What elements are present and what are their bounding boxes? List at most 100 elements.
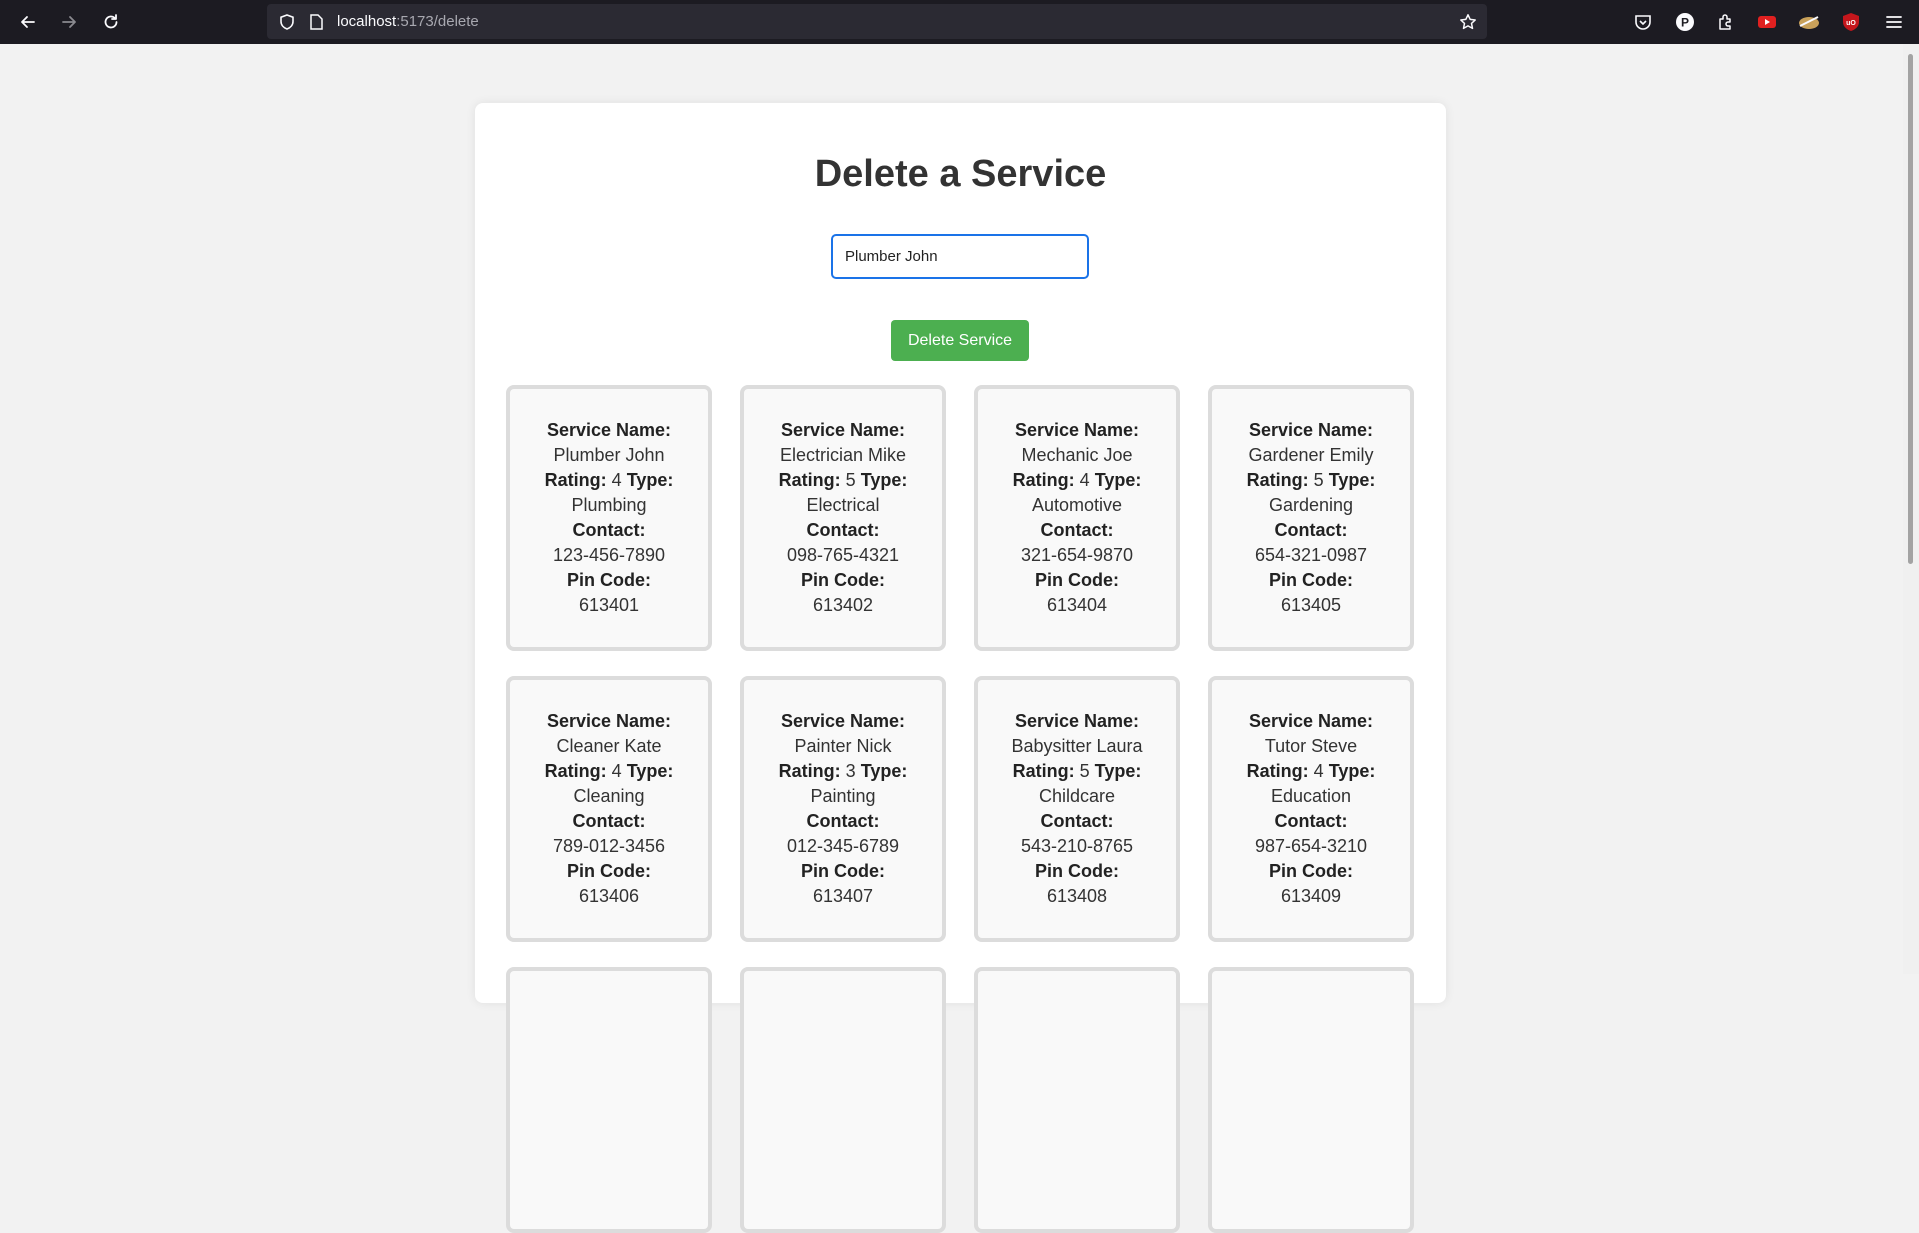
pin-code-label: Pin Code: xyxy=(567,570,651,590)
rating-label: Rating: xyxy=(1012,761,1075,781)
service-name-value: Electrician Mike xyxy=(779,445,907,465)
service-name-value: Babysitter Laura xyxy=(1011,736,1143,756)
rating-value: 4 xyxy=(1079,470,1090,490)
rating-value: 5 xyxy=(1313,470,1324,490)
rating-label: Rating: xyxy=(778,761,841,781)
rating-value: 3 xyxy=(845,761,856,781)
contact-label: Contact: xyxy=(572,811,646,831)
contact-label: Contact: xyxy=(572,520,646,540)
rating-label: Rating: xyxy=(1246,761,1309,781)
extension-icon xyxy=(1799,16,1819,29)
type-label: Type: xyxy=(860,470,908,490)
contact-value: 012-345-6789 xyxy=(786,836,900,856)
service-card: Service Name: Tutor Steve Rating: 4 Type… xyxy=(1208,676,1414,942)
page-scrollbar[interactable] xyxy=(1903,44,1919,974)
service-card: Service Name: Painter Nick Rating: 3 Typ… xyxy=(740,676,946,942)
pocket-button[interactable] xyxy=(1632,11,1654,33)
type-label: Type: xyxy=(1328,470,1376,490)
service-name-value: Plumber John xyxy=(553,445,665,465)
type-label: Type: xyxy=(860,761,908,781)
service-name-label: Service Name: xyxy=(780,711,906,731)
extensions-button[interactable] xyxy=(1715,11,1737,33)
pocket-icon xyxy=(1635,15,1651,30)
misc-extension-button[interactable] xyxy=(1798,11,1820,33)
service-name-label: Service Name: xyxy=(546,420,672,440)
ublock-icon: uO xyxy=(1843,13,1859,31)
service-name-value: Gardener Emily xyxy=(1248,445,1374,465)
service-name-value: Painter Nick xyxy=(794,736,892,756)
service-card: Service Name: Plumber John Rating: 4 Typ… xyxy=(506,385,712,651)
rating-label: Rating: xyxy=(778,470,841,490)
delete-service-panel: Delete a Service Delete Service Service … xyxy=(475,103,1446,1233)
contact-value: 098-765-4321 xyxy=(786,545,900,565)
puzzle-icon xyxy=(1719,14,1731,30)
type-label: Type: xyxy=(626,470,674,490)
ublock-button[interactable]: uO xyxy=(1840,11,1862,33)
arrow-left-icon xyxy=(21,16,35,28)
menu-button[interactable] xyxy=(1883,11,1905,33)
pin-code-value: 613402 xyxy=(812,595,874,615)
service-name-label: Service Name: xyxy=(546,711,672,731)
pin-code-label: Pin Code: xyxy=(567,861,651,881)
svg-text:P: P xyxy=(1681,16,1689,30)
pin-code-value: 613408 xyxy=(1046,886,1108,906)
url-text[interactable]: localhost:5173/delete xyxy=(337,13,479,30)
service-card: Service Name: Babysitter Laura Rating: 5… xyxy=(974,676,1180,942)
contact-label: Contact: xyxy=(1274,520,1348,540)
reload-button[interactable] xyxy=(95,10,127,34)
pin-code-value: 613409 xyxy=(1280,886,1342,906)
type-value: Childcare xyxy=(1038,786,1116,806)
shield-icon[interactable] xyxy=(278,13,296,31)
type-value: Education xyxy=(1270,786,1352,806)
rating-value: 4 xyxy=(611,470,622,490)
youtube-extension-button[interactable] xyxy=(1756,11,1778,33)
rating-label: Rating: xyxy=(1246,470,1309,490)
forward-button[interactable] xyxy=(53,10,85,34)
back-button[interactable] xyxy=(12,10,44,34)
page-title: Delete a Service xyxy=(814,153,1107,195)
contact-value: 543-210-8765 xyxy=(1020,836,1134,856)
url-path: :5173/delete xyxy=(396,13,479,30)
rating-label: Rating: xyxy=(544,470,607,490)
type-label: Type: xyxy=(1328,761,1376,781)
pin-code-value: 613405 xyxy=(1280,595,1342,615)
pin-code-label: Pin Code: xyxy=(1034,861,1119,881)
type-value: Gardening xyxy=(1268,495,1354,515)
address-bar[interactable]: localhost:5173/delete xyxy=(267,4,1487,39)
rating-value: 5 xyxy=(1079,761,1090,781)
service-name-value: Tutor Steve xyxy=(1264,736,1358,756)
browser-toolbar: localhost:5173/delete P uO xyxy=(0,0,1919,44)
type-value: Painting xyxy=(810,786,876,806)
contact-label: Contact: xyxy=(1040,520,1114,540)
rating-label: Rating: xyxy=(544,761,607,781)
service-name-label: Service Name: xyxy=(1248,420,1374,440)
url-host: localhost xyxy=(337,13,397,30)
service-card: Service Name: Gardener Emily Rating: 5 T… xyxy=(1208,385,1414,651)
type-value: Cleaning xyxy=(573,786,645,806)
scrollbar-thumb[interactable] xyxy=(1908,54,1913,564)
arrow-right-icon xyxy=(62,16,76,28)
service-card: Service Name: Mechanic Joe Rating: 4 Typ… xyxy=(974,385,1180,651)
service-name-input[interactable] xyxy=(831,234,1089,279)
type-label: Type: xyxy=(1094,470,1142,490)
type-label: Type: xyxy=(1094,761,1142,781)
hamburger-menu-icon xyxy=(1886,16,1902,28)
service-name-value: Cleaner Kate xyxy=(556,736,662,756)
pin-code-value: 613401 xyxy=(578,595,640,615)
contact-value: 321-654-9870 xyxy=(1020,545,1134,565)
service-card: Service Name: Cleaner Kate Rating: 4 Typ… xyxy=(506,676,712,942)
rating-value: 4 xyxy=(611,761,622,781)
pin-code-value: 613406 xyxy=(578,886,640,906)
profile-button[interactable]: P xyxy=(1674,11,1696,33)
service-card: Service Name: Rating: Type: Contact: Pin… xyxy=(740,967,946,1233)
rating-label: Rating: xyxy=(1012,470,1075,490)
star-icon[interactable] xyxy=(1459,13,1477,31)
svg-text:uO: uO xyxy=(1846,20,1856,27)
service-card: Service Name: Electrician Mike Rating: 5… xyxy=(740,385,946,651)
contact-value: 123-456-7890 xyxy=(552,545,666,565)
delete-service-button[interactable]: Delete Service xyxy=(891,320,1029,361)
type-value: Automotive xyxy=(1031,495,1123,515)
page-icon[interactable] xyxy=(307,13,325,31)
type-value: Plumbing xyxy=(571,495,647,515)
type-label: Type: xyxy=(626,761,674,781)
